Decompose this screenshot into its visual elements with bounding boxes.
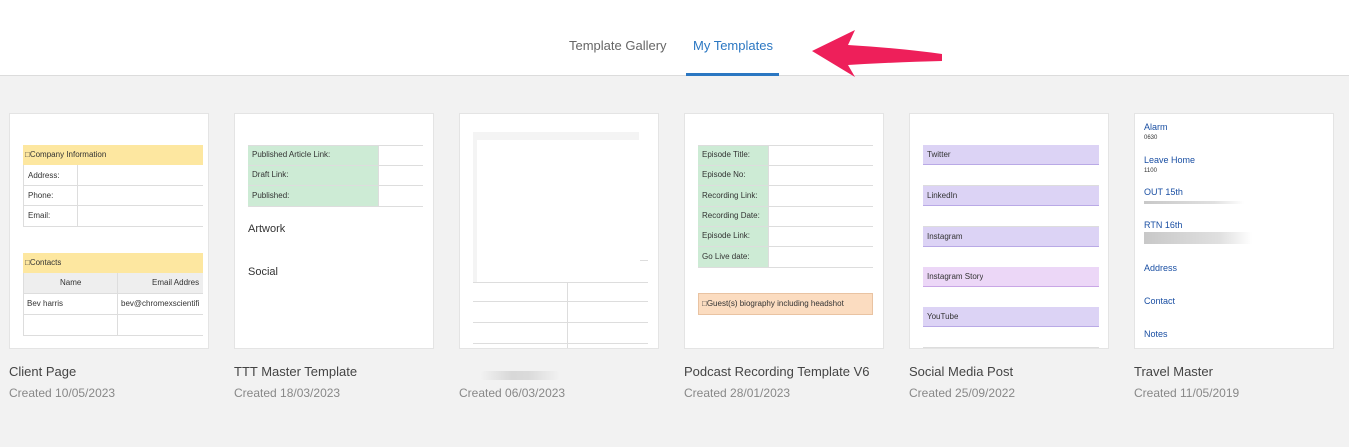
- tab-template-gallery[interactable]: Template Gallery: [569, 38, 667, 54]
- social-row-label: YouTube: [927, 312, 959, 321]
- tab-my-templates[interactable]: My Templates: [693, 38, 773, 54]
- field-label: Recording Date:: [702, 211, 760, 220]
- template-name[interactable]: Travel Master: [1134, 364, 1213, 379]
- field-label: Episode No:: [702, 170, 746, 179]
- bio-label: □Guest(s) biography including headshot: [702, 299, 844, 308]
- social-row-label: LinkedIn: [927, 191, 958, 200]
- template-created-date: Created 18/03/2023: [234, 386, 341, 400]
- company-field-label: Phone:: [28, 191, 54, 200]
- field-label: Published:: [252, 191, 290, 200]
- template-card-travel-master[interactable]: Alarm 0630 Leave Home 1100 OUT 15th RTN …: [1134, 113, 1334, 349]
- social-row-label: Instagram Story: [927, 272, 984, 281]
- company-field-label: Address:: [28, 171, 60, 180]
- travel-label: Address: [1144, 263, 1178, 273]
- template-card-client-page[interactable]: □Company Information Address: Phone: Ema…: [9, 113, 209, 349]
- pointer-arrow-icon: [812, 30, 942, 77]
- social-row-label: Instagram: [927, 232, 963, 241]
- travel-value: 1100: [1144, 168, 1157, 174]
- template-card-untitled[interactable]: [459, 113, 659, 349]
- travel-label: Leave Home: [1144, 155, 1196, 165]
- contact-email-cell: bev@chromexscientific: [121, 299, 199, 308]
- travel-label: RTN 16th: [1144, 220, 1183, 230]
- template-name[interactable]: Client Page: [9, 364, 76, 379]
- template-created-date: Created 11/05/2019: [1134, 386, 1240, 400]
- field-label: Episode Title:: [702, 150, 751, 159]
- section-heading: Artwork: [248, 223, 286, 235]
- template-card-ttt-master[interactable]: Published Article Link: Draft Link: Publ…: [234, 113, 434, 349]
- template-card-podcast-recording[interactable]: Episode Title: Episode No: Recording Lin…: [684, 113, 884, 349]
- template-created-date: Created 28/01/2023: [684, 386, 791, 400]
- company-field-label: Email:: [28, 211, 51, 220]
- travel-label: OUT 15th: [1144, 187, 1183, 197]
- social-row-label: Twitter: [927, 150, 951, 159]
- template-created-date: Created 06/03/2023: [459, 386, 566, 400]
- field-label: Go Live date:: [702, 252, 750, 261]
- template-name[interactable]: TTT Master Template: [234, 364, 357, 379]
- contacts-column-header: Email Address: [152, 278, 199, 287]
- contacts-column-header: Name: [60, 278, 82, 287]
- template-name[interactable]: Podcast Recording Template V6: [684, 364, 869, 379]
- redacted-text: [1144, 201, 1244, 204]
- travel-label: Alarm: [1144, 122, 1168, 132]
- field-label: Episode Link:: [702, 231, 751, 240]
- blurred-template-name: [480, 371, 560, 380]
- template-created-date: Created 10/05/2023: [9, 386, 116, 400]
- contacts-header-label: □Contacts: [25, 258, 62, 267]
- travel-label: Notes: [1144, 329, 1168, 339]
- field-label: Published Article Link:: [252, 150, 331, 159]
- field-label: Recording Link:: [702, 191, 758, 200]
- redacted-text: [1144, 232, 1252, 244]
- active-tab-indicator: [686, 73, 779, 76]
- travel-label: Contact: [1144, 296, 1176, 306]
- travel-value: 0630: [1144, 135, 1158, 141]
- section-heading: Social: [248, 266, 278, 278]
- template-name[interactable]: Social Media Post: [909, 364, 1013, 379]
- contact-name-cell: Bev harris: [27, 299, 64, 308]
- template-card-social-media-post[interactable]: Twitter LinkedIn Instagram Instagram Sto…: [909, 113, 1109, 349]
- top-bar: Template Gallery My Templates: [0, 0, 1349, 77]
- company-header-label: □Company Information: [25, 150, 107, 159]
- field-label: Draft Link:: [252, 170, 289, 179]
- template-created-date: Created 25/09/2022: [909, 386, 1016, 400]
